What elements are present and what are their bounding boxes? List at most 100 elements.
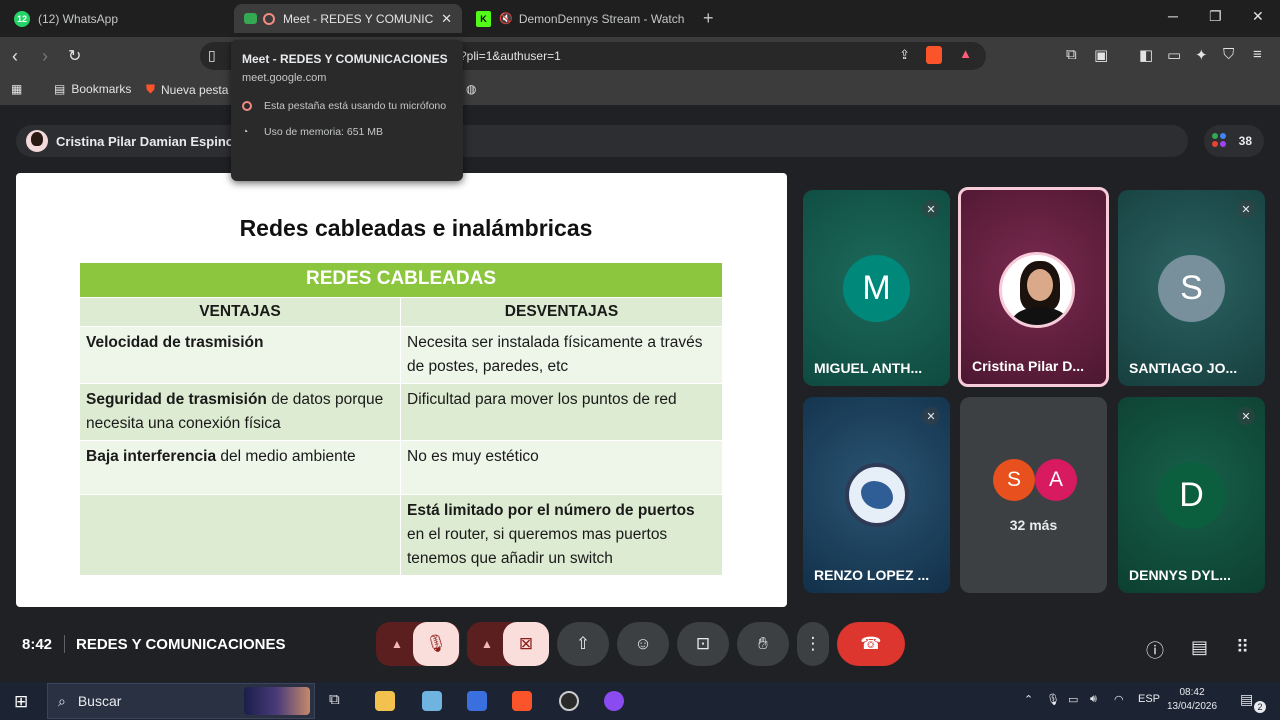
avatar: S xyxy=(1158,255,1225,322)
more-participants-tile[interactable]: S A 32 más xyxy=(960,397,1107,593)
emoji-icon: ☺ xyxy=(634,634,652,653)
taskbar-search[interactable]: ⌕ Buscar xyxy=(47,683,315,719)
participant-tile[interactable]: ✕ D DENNYS DYL... xyxy=(1118,397,1265,593)
participants-button[interactable]: 38 xyxy=(1204,125,1264,157)
app-icon[interactable] xyxy=(467,691,487,711)
mic-usage-text: Esta pestaña está usando tu micrófono xyxy=(264,100,447,112)
vpn-icon[interactable]: ⛉ xyxy=(1223,46,1234,63)
media-icon[interactable]: ▣ xyxy=(1094,46,1108,64)
chevron-up-icon[interactable]: ⌃ xyxy=(1024,693,1033,706)
search-highlight-image xyxy=(244,687,310,715)
leo-ai-icon[interactable]: ✦ xyxy=(1195,46,1208,64)
file-explorer-icon[interactable] xyxy=(375,691,395,711)
obs-icon[interactable] xyxy=(559,691,579,711)
cell-bold: Está limitado por el número de puertos xyxy=(407,502,695,519)
globe-icon[interactable]: ◍ xyxy=(466,82,476,96)
avatar xyxy=(999,252,1075,328)
tab-meet[interactable]: Meet - REDES Y COMUNICAC ✕ xyxy=(234,4,462,33)
back-icon[interactable]: ‹ xyxy=(12,46,18,67)
brave-icon: ⛊ xyxy=(146,82,156,96)
meeting-clock: 8:42 xyxy=(22,636,53,653)
raise-hand-button[interactable]: ✋︎ xyxy=(737,622,789,666)
tab-title: DemonDennys Stream - Watch Li xyxy=(518,11,684,26)
sidebar-icon[interactable]: ◧ xyxy=(1139,46,1153,64)
share-icon[interactable]: ⇪ xyxy=(899,47,910,63)
leave-call-button[interactable]: ☎︎ xyxy=(837,622,905,666)
meet-control-bar: 8:42 REDES Y COMUNICACIONES ▲ 🎙︎ ▲ ⊠ ⇧ ☺… xyxy=(0,615,1280,675)
cell-text: del medio ambiente xyxy=(216,448,356,465)
volume-icon[interactable]: 🔊︎ xyxy=(1090,693,1097,706)
cell-bold: Velocidad de trasmisión xyxy=(86,334,264,351)
whatsapp-icon: 12 xyxy=(14,10,30,27)
store-icon[interactable] xyxy=(422,691,442,711)
reload-icon[interactable]: ↻ xyxy=(68,46,81,66)
meet-main: Cristina Pilar Damian Espinoz 38 Redes c… xyxy=(0,105,1280,682)
apps-icon[interactable]: ▦ xyxy=(11,82,22,96)
bookmarks-bar: ▦ ▤ Bookmarks ⛊ Nueva pesta ◍ xyxy=(0,75,1280,105)
windows-start-icon[interactable]: ⊞ xyxy=(14,692,28,712)
language-indicator[interactable]: ESP xyxy=(1138,693,1160,705)
tab-title: Meet - REDES Y COMUNICAC xyxy=(283,11,433,26)
taskbar-clock[interactable]: 08:42 13/04/2026 xyxy=(1162,686,1222,714)
wifi-icon[interactable]: ◠ xyxy=(1114,693,1124,706)
brave-shields-icon[interactable] xyxy=(926,46,942,64)
people-icon xyxy=(1212,133,1228,149)
hover-card-domain: meet.google.com xyxy=(242,72,327,84)
brave-taskbar-icon[interactable] xyxy=(512,691,532,711)
close-window-icon[interactable]: ✕ xyxy=(1252,8,1264,25)
meeting-info-icon[interactable]: ⓘ xyxy=(1146,637,1164,663)
search-placeholder: Buscar xyxy=(77,693,122,709)
meeting-title: REDES Y COMUNICACIONES xyxy=(76,636,286,653)
wallet-icon[interactable]: ▭ xyxy=(1167,46,1181,64)
camera-toggle-button[interactable]: ⊠ xyxy=(503,622,549,666)
column-header: DESVENTAJAS xyxy=(400,297,723,327)
taskbar-date: 13/04/2026 xyxy=(1166,701,1218,712)
slide-table: REDES CABLEADAS VENTAJAS DESVENTAJAS Vel… xyxy=(79,262,723,576)
more-participants-label: 32 más xyxy=(1009,517,1058,533)
presentation-slide: Redes cableadas e inalámbricas REDES CAB… xyxy=(16,173,787,607)
battery-icon[interactable]: ▭ xyxy=(1068,693,1078,706)
participant-tile[interactable]: ✕ M MIGUEL ANTH... xyxy=(803,190,950,386)
menu-icon[interactable]: ≡ xyxy=(1253,46,1262,63)
minimize-icon[interactable]: ─ xyxy=(1168,8,1178,24)
microphone-tray-icon[interactable]: 🎙︎ xyxy=(1046,693,1060,706)
mic-toggle-button[interactable]: 🎙︎ xyxy=(413,622,459,666)
participant-tile-speaking[interactable]: Cristina Pilar D... xyxy=(958,187,1109,387)
chat-icon[interactable]: ▤ xyxy=(1191,637,1208,658)
forward-icon[interactable]: › xyxy=(42,46,48,67)
url-text: ?pli=1&authuser=1 xyxy=(460,49,561,63)
browser-toolbar: ‹ › ↻ ▯ ⇪ ▲ ?pli=1&authuser=1 ⧉ ▣ ◧ ▭ ✦ … xyxy=(0,37,1280,75)
notifications-icon[interactable]: ▤ xyxy=(1240,691,1253,708)
tab-whatsapp[interactable]: 12 (12) WhatsApp xyxy=(4,4,232,33)
bookmark-page-icon[interactable]: ▯ xyxy=(208,47,216,64)
table-row: Seguridad de trasmisión de datos porque … xyxy=(79,383,723,441)
close-tab-icon[interactable]: ✕ xyxy=(441,11,452,27)
brave-rewards-icon[interactable]: ▲ xyxy=(959,46,972,61)
avatar: A xyxy=(1035,459,1077,501)
extensions-icon[interactable]: ⧉ xyxy=(1066,46,1077,63)
cell-bold: Seguridad de trasmisión xyxy=(86,391,267,408)
bookmark-label: Bookmarks xyxy=(71,82,132,96)
muted-speaker-icon[interactable]: 🔇 xyxy=(499,12,513,25)
activities-icon[interactable]: ⠿ xyxy=(1236,637,1249,658)
camera-off-icon: ⊠ xyxy=(518,634,534,653)
tab-kick-stream[interactable]: K 🔇 DemonDennys Stream - Watch Li xyxy=(466,4,694,33)
new-tab-button[interactable]: + xyxy=(703,8,714,29)
chevron-up-icon: ▲ xyxy=(481,637,493,651)
chat-app-icon[interactable] xyxy=(604,691,624,711)
avatar xyxy=(26,130,48,152)
task-view-icon[interactable]: ⧉ xyxy=(329,691,340,708)
cell-text: Dificultad para mover los puntos de red xyxy=(407,391,677,408)
maximize-icon[interactable]: ❐ xyxy=(1209,8,1222,25)
captions-button[interactable]: ⊡ xyxy=(677,622,729,666)
column-header: VENTAJAS xyxy=(79,297,401,327)
participant-tile[interactable]: ✕ S SANTIAGO JO... xyxy=(1118,190,1265,386)
more-options-button[interactable]: ⋮ xyxy=(797,622,829,666)
reactions-button[interactable]: ☺ xyxy=(617,622,669,666)
participant-tile[interactable]: ✕ RENZO LOPEZ ... xyxy=(803,397,950,593)
avatar: S xyxy=(993,459,1035,501)
present-button[interactable]: ⇧ xyxy=(557,622,609,666)
bookmarks-folder[interactable]: ▤ Bookmarks xyxy=(54,82,131,96)
bookmark-new-tab[interactable]: ⛊ Nueva pesta xyxy=(146,82,228,97)
memory-gauge-icon: ◔ xyxy=(242,126,249,138)
